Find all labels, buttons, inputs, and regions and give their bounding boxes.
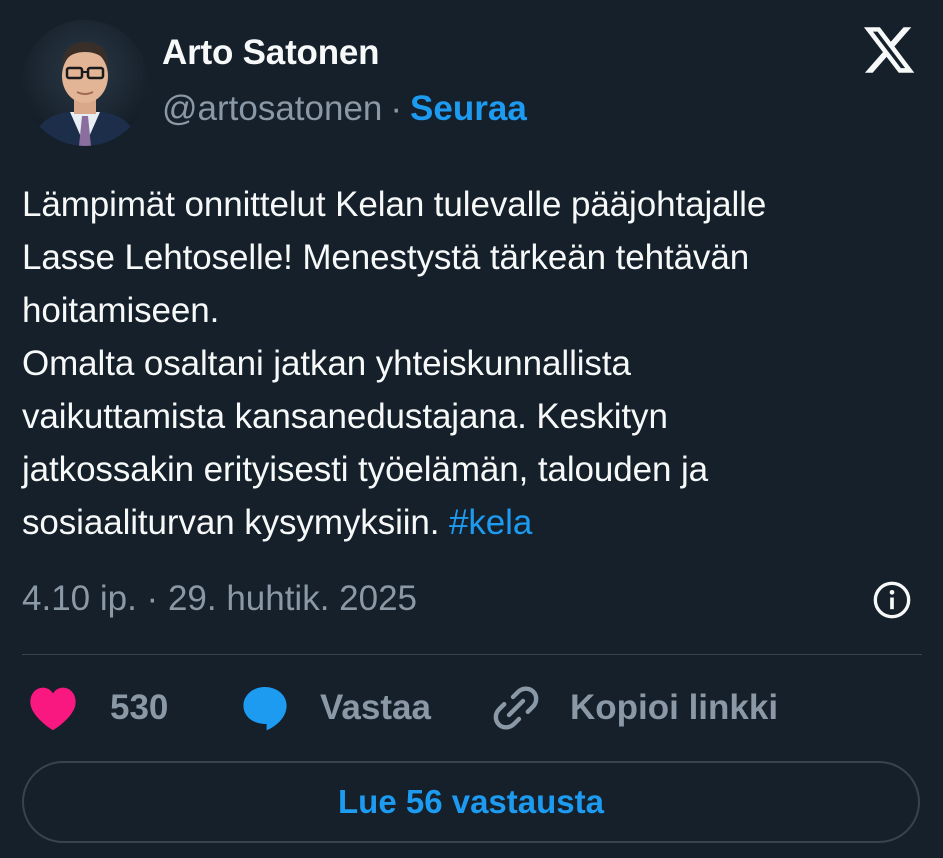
divider <box>22 654 922 655</box>
x-logo-icon[interactable] <box>860 22 918 78</box>
tweet-line-text: sosiaaliturvan kysymyksiin. <box>22 503 450 542</box>
tweet-line-last: sosiaaliturvan kysymyksiin. #kela <box>22 496 922 549</box>
tweet-line: hoitamiseen. <box>22 291 220 330</box>
action-bar: 530 Vastaa Kopioi linkki <box>22 680 922 736</box>
tweet-line: Lämpimät onnittelut Kelan tulevalle pääj… <box>22 185 767 224</box>
reply-button[interactable]: Vastaa <box>240 680 431 736</box>
timestamp-separator: · <box>146 579 159 618</box>
tweet-line: vaikuttamista kansanedustajana. Keskityn <box>22 397 668 436</box>
handle-separator: · <box>390 89 403 128</box>
heart-icon <box>30 687 76 731</box>
speech-bubble-icon <box>243 687 287 731</box>
read-replies-label: Lue 56 vastausta <box>338 783 604 820</box>
info-icon[interactable] <box>872 580 912 620</box>
author-info: Arto Satonen @artosatonen · Seuraa <box>162 30 527 132</box>
tweet-text: Lämpimät onnittelut Kelan tulevalle pääj… <box>22 178 922 549</box>
handle-row: @artosatonen · Seuraa <box>162 86 527 132</box>
tweet-card: Arto Satonen @artosatonen · Seuraa Lämpimä… <box>0 0 943 858</box>
timestamp-row[interactable]: 4.10 ip. · 29. huhtik. 2025 <box>22 576 417 622</box>
avatar[interactable] <box>22 20 148 146</box>
author-handle[interactable]: @artosatonen <box>162 89 382 128</box>
read-replies-button[interactable]: Lue 56 vastausta <box>22 761 920 843</box>
tweet-line: jatkossakin erityisesti työelämän, talou… <box>22 450 709 489</box>
tweet-line: Lasse Lehtoselle! Menestystä tärkeän teh… <box>22 238 750 277</box>
like-count: 530 <box>110 688 169 727</box>
author-display-name[interactable]: Arto Satonen <box>162 30 527 76</box>
link-icon <box>493 686 539 730</box>
tweet-time: 4.10 ip. <box>22 579 137 618</box>
copy-link-label: Kopioi linkki <box>570 688 779 727</box>
like-button[interactable]: 530 <box>28 680 168 736</box>
hashtag-link[interactable]: #kela <box>449 503 532 542</box>
reply-label: Vastaa <box>320 688 431 727</box>
tweet-line: Omalta osaltani jatkan yhteiskunnallista <box>22 344 631 383</box>
tweet-date: 29. huhtik. 2025 <box>167 579 418 618</box>
avatar-image <box>22 20 148 146</box>
copy-link-button[interactable]: Kopioi linkki <box>492 680 778 736</box>
follow-button[interactable]: Seuraa <box>410 89 527 128</box>
